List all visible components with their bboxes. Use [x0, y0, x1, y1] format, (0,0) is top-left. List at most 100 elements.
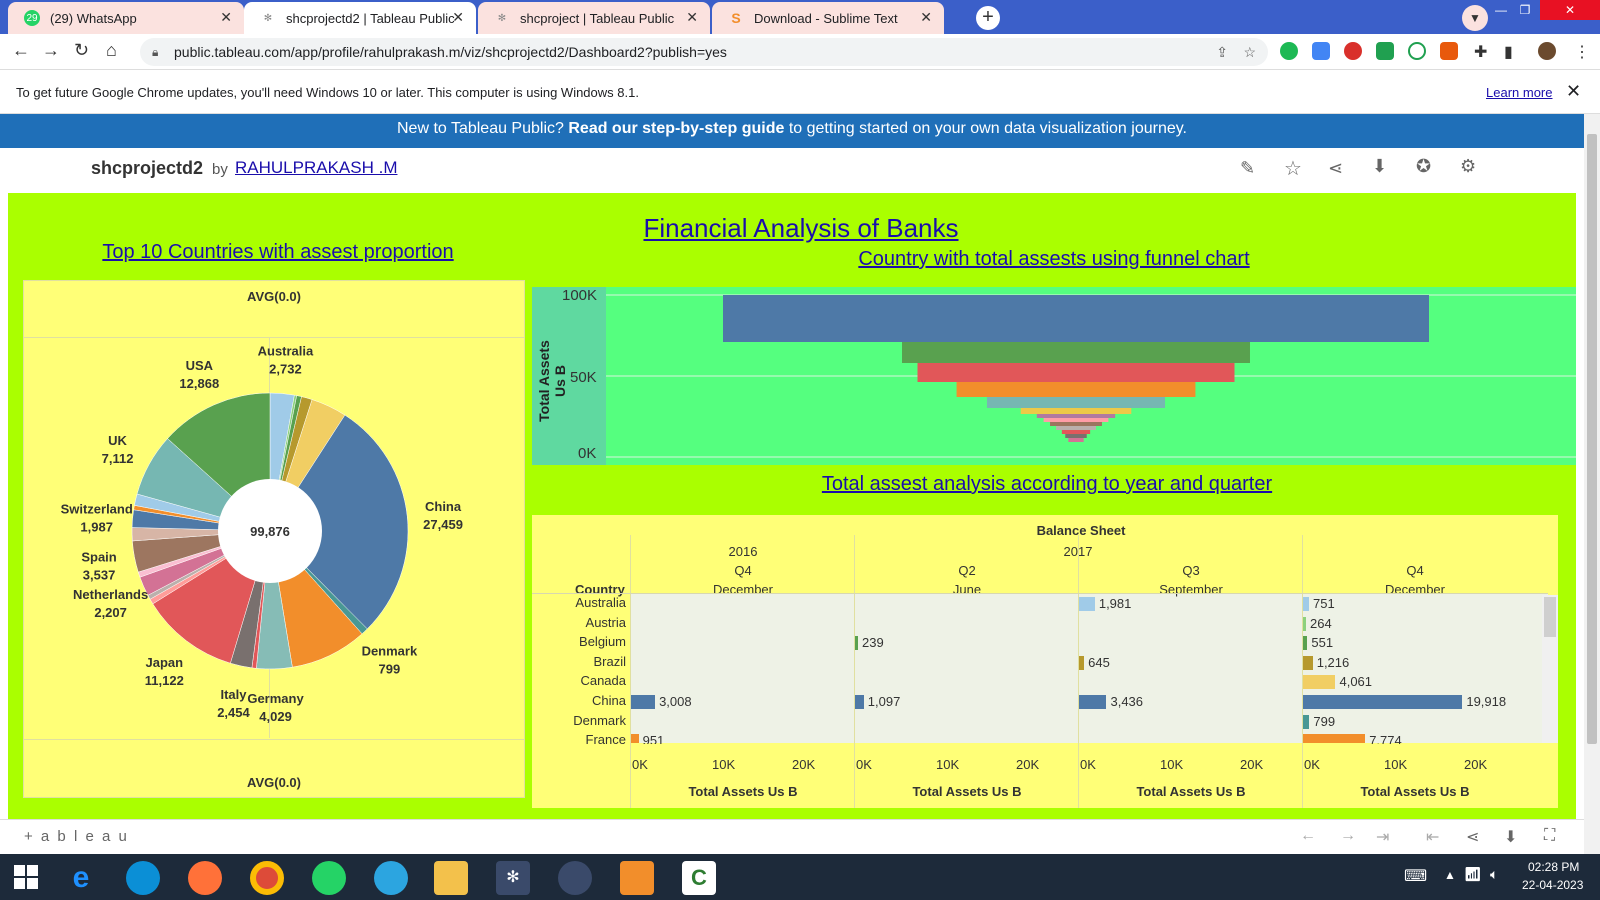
chrome-icon[interactable]	[250, 861, 284, 895]
funnel-bar[interactable]	[723, 295, 1429, 342]
edit-icon[interactable]: ✎	[1240, 158, 1255, 179]
funnel-bar[interactable]	[986, 397, 1166, 408]
bar-matrix[interactable]: 2016 Q4 December 0K 10K 20K Total Assets Us B 2…	[532, 515, 1558, 808]
sublime-icon[interactable]	[620, 861, 654, 895]
clock-date[interactable]: 22-04-2023	[1522, 878, 1583, 892]
share-icon[interactable]: ⇪	[1216, 38, 1228, 66]
share-icon[interactable]: ⋖	[1466, 827, 1479, 847]
folder-icon[interactable]	[434, 861, 468, 895]
bar-china[interactable]	[631, 695, 656, 709]
funnel-bar[interactable]	[1050, 422, 1102, 426]
forward-icon[interactable]: →	[42, 40, 60, 61]
camtasia-icon[interactable]: C	[682, 861, 716, 895]
funnel-bar[interactable]	[1056, 426, 1096, 430]
funnel-chart[interactable]	[606, 287, 1576, 465]
extension-icon[interactable]	[1440, 42, 1458, 60]
author-link[interactable]: RAHULPRAKASH .M	[235, 158, 397, 178]
translate-icon[interactable]	[1312, 42, 1330, 60]
bar-china[interactable]	[855, 695, 864, 709]
sidepanel-icon[interactable]: ▮	[1504, 42, 1513, 62]
funnel-bar[interactable]	[1068, 438, 1084, 442]
close-icon[interactable]: ✕	[1566, 81, 1581, 102]
puzzle-icon[interactable]: ✚	[1474, 42, 1487, 62]
close-icon[interactable]: ✕	[452, 9, 464, 26]
tab-whatsapp[interactable]: 29 (29) WhatsApp ✕	[8, 2, 244, 34]
telegram-icon[interactable]	[374, 861, 408, 895]
chrome-icon[interactable]	[558, 861, 592, 895]
bookmark-star-icon[interactable]: ☆	[1243, 38, 1256, 66]
bar-denmark[interactable]	[1303, 714, 1310, 729]
funnel-bar[interactable]	[917, 363, 1235, 382]
reload-icon[interactable]: ↻	[74, 40, 89, 61]
close-window-icon[interactable]: ✕	[1540, 0, 1600, 20]
undo-icon[interactable]: ←	[1300, 827, 1316, 845]
extension-icon[interactable]	[1376, 42, 1394, 60]
home-icon[interactable]: ⌂	[106, 40, 117, 61]
funnel-bar[interactable]	[1036, 414, 1116, 418]
tab-shcproject[interactable]: ✻ shcproject | Tableau Public ✕	[478, 2, 710, 34]
restore-icon[interactable]: ❐	[1514, 0, 1536, 22]
bar-france[interactable]	[1303, 734, 1366, 743]
funnel-bar[interactable]	[1065, 434, 1087, 438]
keyboard-icon[interactable]: ⌨	[1404, 866, 1427, 886]
download-icon[interactable]: ⬇	[1504, 827, 1517, 847]
redo-icon[interactable]: →	[1340, 827, 1356, 845]
extension-icon[interactable]	[1408, 42, 1426, 60]
bar-china[interactable]	[1303, 695, 1463, 709]
avatar[interactable]	[1538, 42, 1556, 60]
bar-china[interactable]	[1079, 695, 1107, 709]
tray-arrow-icon[interactable]: ▲	[1444, 868, 1456, 882]
page-scrollbar[interactable]	[1584, 114, 1600, 854]
guide-link[interactable]: Read our step-by-step guide	[568, 120, 784, 137]
close-icon[interactable]: ✕	[920, 9, 932, 26]
windows-start-icon[interactable]	[14, 865, 38, 889]
extension-icon[interactable]	[1344, 42, 1362, 60]
bar-brazil[interactable]	[1079, 655, 1085, 670]
close-icon[interactable]: ✕	[220, 9, 232, 26]
bar-france[interactable]	[631, 734, 639, 743]
funnel-bar[interactable]	[1061, 430, 1091, 434]
tab-search-icon[interactable]: ▼	[1462, 5, 1488, 31]
bar-brazil[interactable]	[1303, 655, 1313, 670]
favorite-star-icon[interactable]: ☆	[1284, 156, 1302, 181]
clock-time[interactable]: 02:28 PM	[1528, 860, 1579, 874]
funnel-bar[interactable]	[956, 382, 1196, 397]
learn-more-link[interactable]: Learn more	[1486, 85, 1552, 100]
funnel-bar[interactable]	[1043, 418, 1109, 422]
back-icon[interactable]: ←	[12, 40, 30, 61]
scroll-thumb[interactable]	[1587, 134, 1597, 744]
tab-shcprojectd2[interactable]: ✻ shcprojectd2 | Tableau Public ✕	[244, 2, 476, 34]
whatsapp-icon[interactable]	[312, 861, 346, 895]
volume-icon[interactable]: 🔈︎	[1490, 866, 1498, 883]
funnel-bar[interactable]	[902, 342, 1250, 363]
address-bar[interactable]: 🔒︎ public.tableau.com/app/profile/rahulp…	[140, 38, 1268, 66]
bar-belgium[interactable]	[1303, 636, 1308, 651]
close-icon[interactable]: ✕	[686, 9, 698, 26]
more-icon[interactable]: ⋮	[1574, 42, 1590, 62]
reset-icon[interactable]: ⇤	[1426, 827, 1439, 847]
edge-icon[interactable]	[126, 861, 160, 895]
download-icon[interactable]: ⬇	[1372, 156, 1387, 177]
firefox-icon[interactable]	[188, 861, 222, 895]
grammarly-icon[interactable]	[1280, 42, 1298, 60]
funnel-bar[interactable]	[1020, 408, 1132, 414]
bar-value-label: 264	[1310, 615, 1332, 631]
scroll-thumb[interactable]	[1544, 597, 1556, 637]
bar-belgium[interactable]	[855, 636, 858, 651]
ie-icon[interactable]: e	[64, 861, 98, 895]
tableau-icon[interactable]: ✻	[496, 861, 530, 895]
pie-chart[interactable]: 99,876 Australia 2,732 China 27,459 Denmark 79…	[24, 281, 526, 799]
network-icon[interactable]: 📶︎	[1464, 866, 1482, 883]
bar-australia[interactable]	[1079, 597, 1095, 611]
bar-australia[interactable]	[1303, 597, 1309, 611]
badge-icon[interactable]: ✪	[1416, 156, 1431, 177]
share-icon[interactable]: ⋖	[1328, 158, 1343, 179]
bar-austria[interactable]	[1303, 616, 1306, 631]
revert-icon[interactable]: ⇥	[1376, 827, 1389, 847]
gear-icon[interactable]: ⚙	[1460, 156, 1476, 177]
bar-canada[interactable]	[1303, 675, 1336, 690]
new-tab-button[interactable]: +	[976, 6, 1000, 30]
fullscreen-icon[interactable]: ⛶	[1544, 827, 1555, 845]
tab-sublime[interactable]: S Download - Sublime Text ✕	[712, 2, 944, 34]
minimize-icon[interactable]: —	[1490, 0, 1512, 22]
